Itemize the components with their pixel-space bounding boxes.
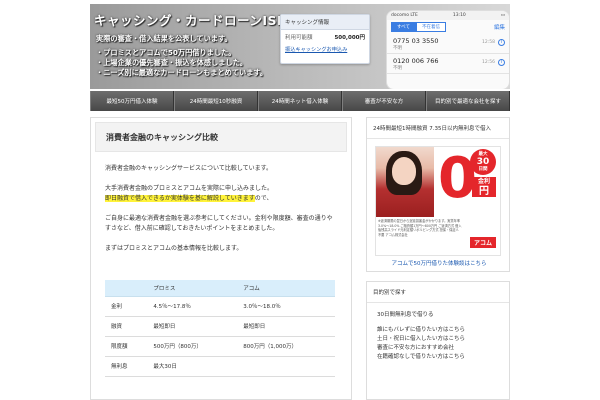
phone-tabs: すべて 不在着信 編集: [387, 20, 509, 34]
table-cell: 限度額: [105, 336, 148, 357]
phone-time: 13:10: [452, 13, 466, 18]
highlight-text: 即日融資で借入できるか実体験を基に解説していきます: [105, 195, 255, 202]
card-value: 500,000円: [334, 35, 365, 41]
sidebar-link[interactable]: 土日・祝日に借入したい方はこちら: [377, 335, 501, 344]
ad-yen: 金利 円: [472, 177, 496, 197]
call-sub: 不明: [393, 46, 402, 51]
sidebar-link[interactable]: 誰にもバレずに借りたい方はこちら: [377, 326, 501, 335]
phone-status-bar: docomo LTE 13:10 ▭: [387, 11, 509, 20]
body-paragraph: まずはプロミスとアコムの基本情報を比較します。: [105, 245, 243, 252]
table-row: 融資 最短即日 最短即日: [105, 316, 335, 337]
header-banner[interactable]: キャッシング・カードローンISM 実際の審査・借入結果を公表しています。 ・プロ…: [90, 4, 510, 89]
sidebar-link[interactable]: 審査に不安な方におすすめ会社: [377, 344, 501, 353]
banner-line: ・プロミスとアコムで50万円借りました。: [96, 48, 236, 57]
banner-line: ・上場企業の優先審査・振込を体感しました。: [96, 58, 247, 67]
table-header-row: プロミス アコム: [105, 280, 335, 297]
nav-item-anxious[interactable]: 審査が不安な方: [342, 91, 426, 111]
table-row: 限度額 500万円（800万） 800万円（1,000万）: [105, 336, 335, 357]
phone-edit: 編集: [493, 25, 505, 31]
battery-icon: ▭: [500, 13, 505, 18]
body-paragraph: ご自身に最適な消費者金融を選ぶ参考にしてください。金利や限度額、審査の通りやすさ…: [105, 215, 333, 232]
card-title: キャッシング情報: [281, 15, 369, 30]
table-row: 金利 4.5％〜17.8％ 3.0％〜18.0％: [105, 296, 335, 317]
table-cell: 500万円（800万）: [147, 336, 238, 357]
main-content: 消費者金融のキャッシング比較 消費者金融のキャッシングサービスについて比較してい…: [90, 117, 352, 400]
phone-carrier: docomo LTE: [391, 13, 418, 18]
sidebar-link[interactable]: 30日間無利息で借りる: [377, 311, 501, 320]
banner-line: ・ニーズ別に最適なカードローンもまとめています。: [96, 68, 268, 77]
table-cell: 金利: [105, 296, 148, 317]
sidebar-category-box: 目的別で探す 30日間無利息で借りる 誰にもバレずに借りたい方はこちら 土日・祝…: [366, 281, 510, 400]
info-icon: i: [498, 39, 505, 46]
banner-line: 実際の審査・借入結果を公表しています。: [96, 34, 232, 43]
acom-logo: アコム: [469, 237, 496, 248]
table-header: アコム: [237, 280, 335, 297]
table-cell: [237, 356, 335, 377]
call-row: 0775 03 3550 不明 12:58 i: [387, 34, 509, 54]
cashing-info-card: キャッシング情報 利用可能額 500,000円 振込キャッシングお申込み: [280, 14, 370, 64]
ad-badge: 最大 30 日間: [470, 149, 496, 175]
sidebar-ad-box: 24時間最短1時間融資 7.35日以内無利息で借入 0 最大 30 日間 金利 …: [366, 117, 510, 272]
phone-mockup: docomo LTE 13:10 ▭ すべて 不在着信 編集 0775 03 3…: [386, 10, 510, 89]
info-icon: i: [498, 59, 505, 66]
nav-item-10sec[interactable]: 24時間最短10秒融資: [174, 91, 258, 111]
sidebar-ad-header: 24時間最短1時間融資 7.35日以内無利息で借入: [367, 118, 509, 139]
call-time: 12:56: [482, 60, 495, 65]
table-cell: 最大30日: [147, 356, 238, 377]
call-sub: 不明: [393, 66, 402, 71]
comparison-table: プロミス アコム 金利 4.5％〜17.8％ 3.0％〜18.0％ 融資 最短即…: [105, 280, 335, 377]
banner-text: 実際の審査・借入結果を公表しています。 ・プロミスとアコムで50万円借りました。…: [96, 34, 267, 78]
sidebar-link[interactable]: 在籍確認なしで借りたい方はこちら: [377, 353, 501, 362]
table-header: プロミス: [147, 280, 238, 297]
sidebar-category-list: 30日間無利息で借りる 誰にもバレずに借りたい方はこちら 土日・祝日に借入したい…: [367, 303, 509, 362]
site-logo[interactable]: キャッシング・カードローンISM: [94, 10, 290, 29]
ad-model-image: [376, 147, 434, 217]
nav-item-net[interactable]: 24時間ネット借入体験: [258, 91, 342, 111]
call-time: 12:58: [482, 40, 495, 45]
page-title: 消費者金融のキャッシング比較: [95, 122, 347, 152]
ad-fine-print: ※返済期限の翌日から遅延損害金がかかります。実質年率3.0%〜18.0% ご融資…: [378, 219, 462, 237]
table-cell: 3.0％〜18.0％: [237, 296, 335, 317]
call-row: 0120 006 766 不明 12:56 i: [387, 54, 509, 74]
highlight-paragraph: 即日融資で借入できるか実体験を基に解説していきますので、: [91, 194, 351, 204]
table-cell: 最短即日: [147, 316, 238, 337]
phone-tab-all: すべて: [391, 22, 417, 32]
phone-tab-missed: 不在着信: [416, 22, 447, 32]
intro-paragraph: 消費者金融のキャッシングサービスについて比較しています。: [105, 165, 273, 172]
global-nav: 最短50万円借入体験 24時間最短10秒融資 24時間ネット借入体験 審査が不安…: [90, 91, 510, 111]
table-row: 無利息 最大30日: [105, 356, 335, 377]
intro-paragraph: 大手消費者金融のプロミスとアコムを実際に申し込みました。: [105, 185, 274, 192]
acom-ad-banner[interactable]: 0 最大 30 日間 金利 円 ※返済期限の翌日から遅延損害金がかかります。実質…: [375, 146, 501, 256]
sidebar-ad-link[interactable]: アコムで50万円借りた体験談はこちら: [367, 259, 511, 267]
nav-item-purpose[interactable]: 目的別で最適な会社を探す: [426, 91, 510, 111]
sidebar-category-header: 目的別で探す: [367, 282, 509, 303]
card-label: 利用可能額: [285, 35, 313, 41]
table-cell: 融資: [105, 316, 148, 337]
highlight-tail: ので、: [254, 195, 273, 202]
card-row: 利用可能額 500,000円: [281, 30, 369, 44]
table-cell: 4.5％〜17.8％: [147, 296, 238, 317]
table-cell: 800万円（1,000万）: [237, 336, 335, 357]
nav-item-50man[interactable]: 最短50万円借入体験: [90, 91, 174, 111]
table-cell: 無利息: [105, 356, 148, 377]
table-header: [105, 280, 148, 297]
card-link: 振込キャッシングお申込み: [285, 47, 348, 53]
table-cell: 最短即日: [237, 316, 335, 337]
